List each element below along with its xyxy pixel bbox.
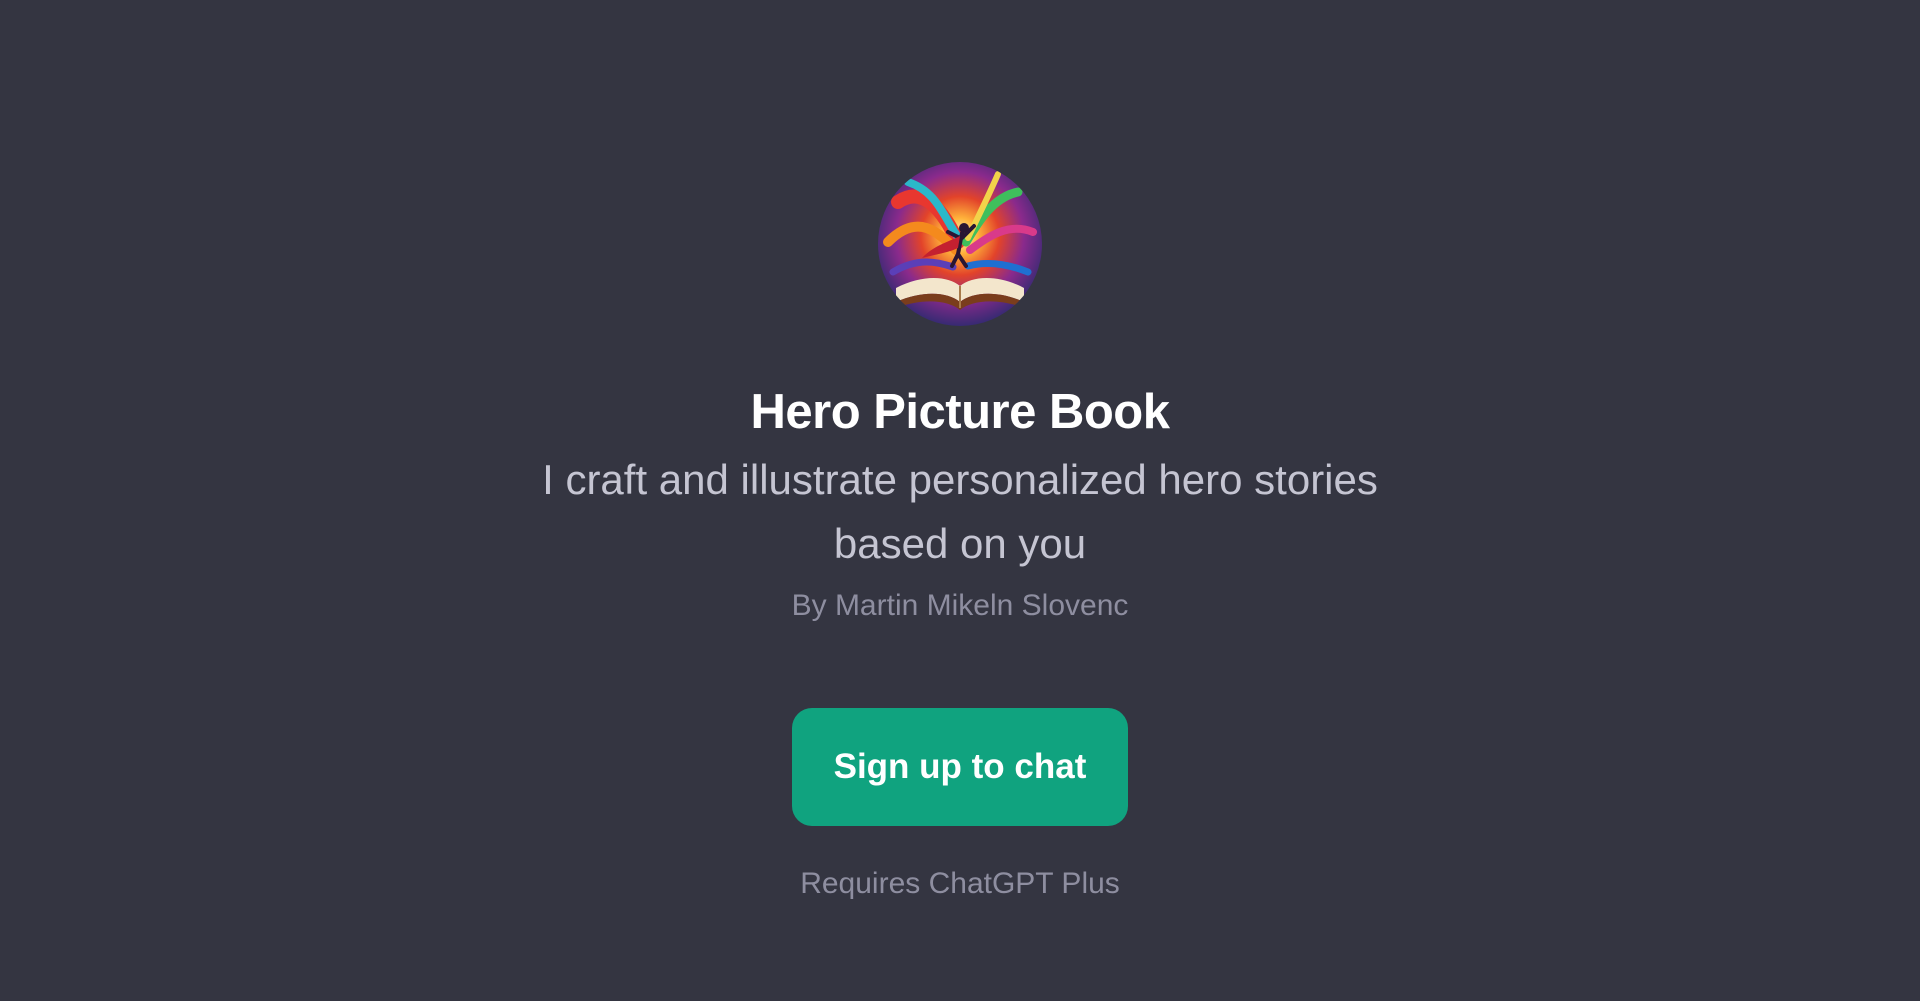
gpt-author: By Martin Mikeln Slovenc [791, 589, 1129, 622]
gpt-description: I craft and illustrate personalized hero… [542, 456, 1378, 567]
gpt-avatar [878, 162, 1042, 326]
plan-requirement-note: Requires ChatGPT Plus [800, 867, 1120, 900]
open-book-hero-icon [878, 162, 1042, 326]
sign-up-button[interactable]: Sign up to chat [792, 708, 1128, 826]
gpt-landing-page: Hero Picture Book I craft and illustrate… [0, 0, 1920, 1001]
gpt-title: Hero Picture Book [750, 385, 1170, 439]
